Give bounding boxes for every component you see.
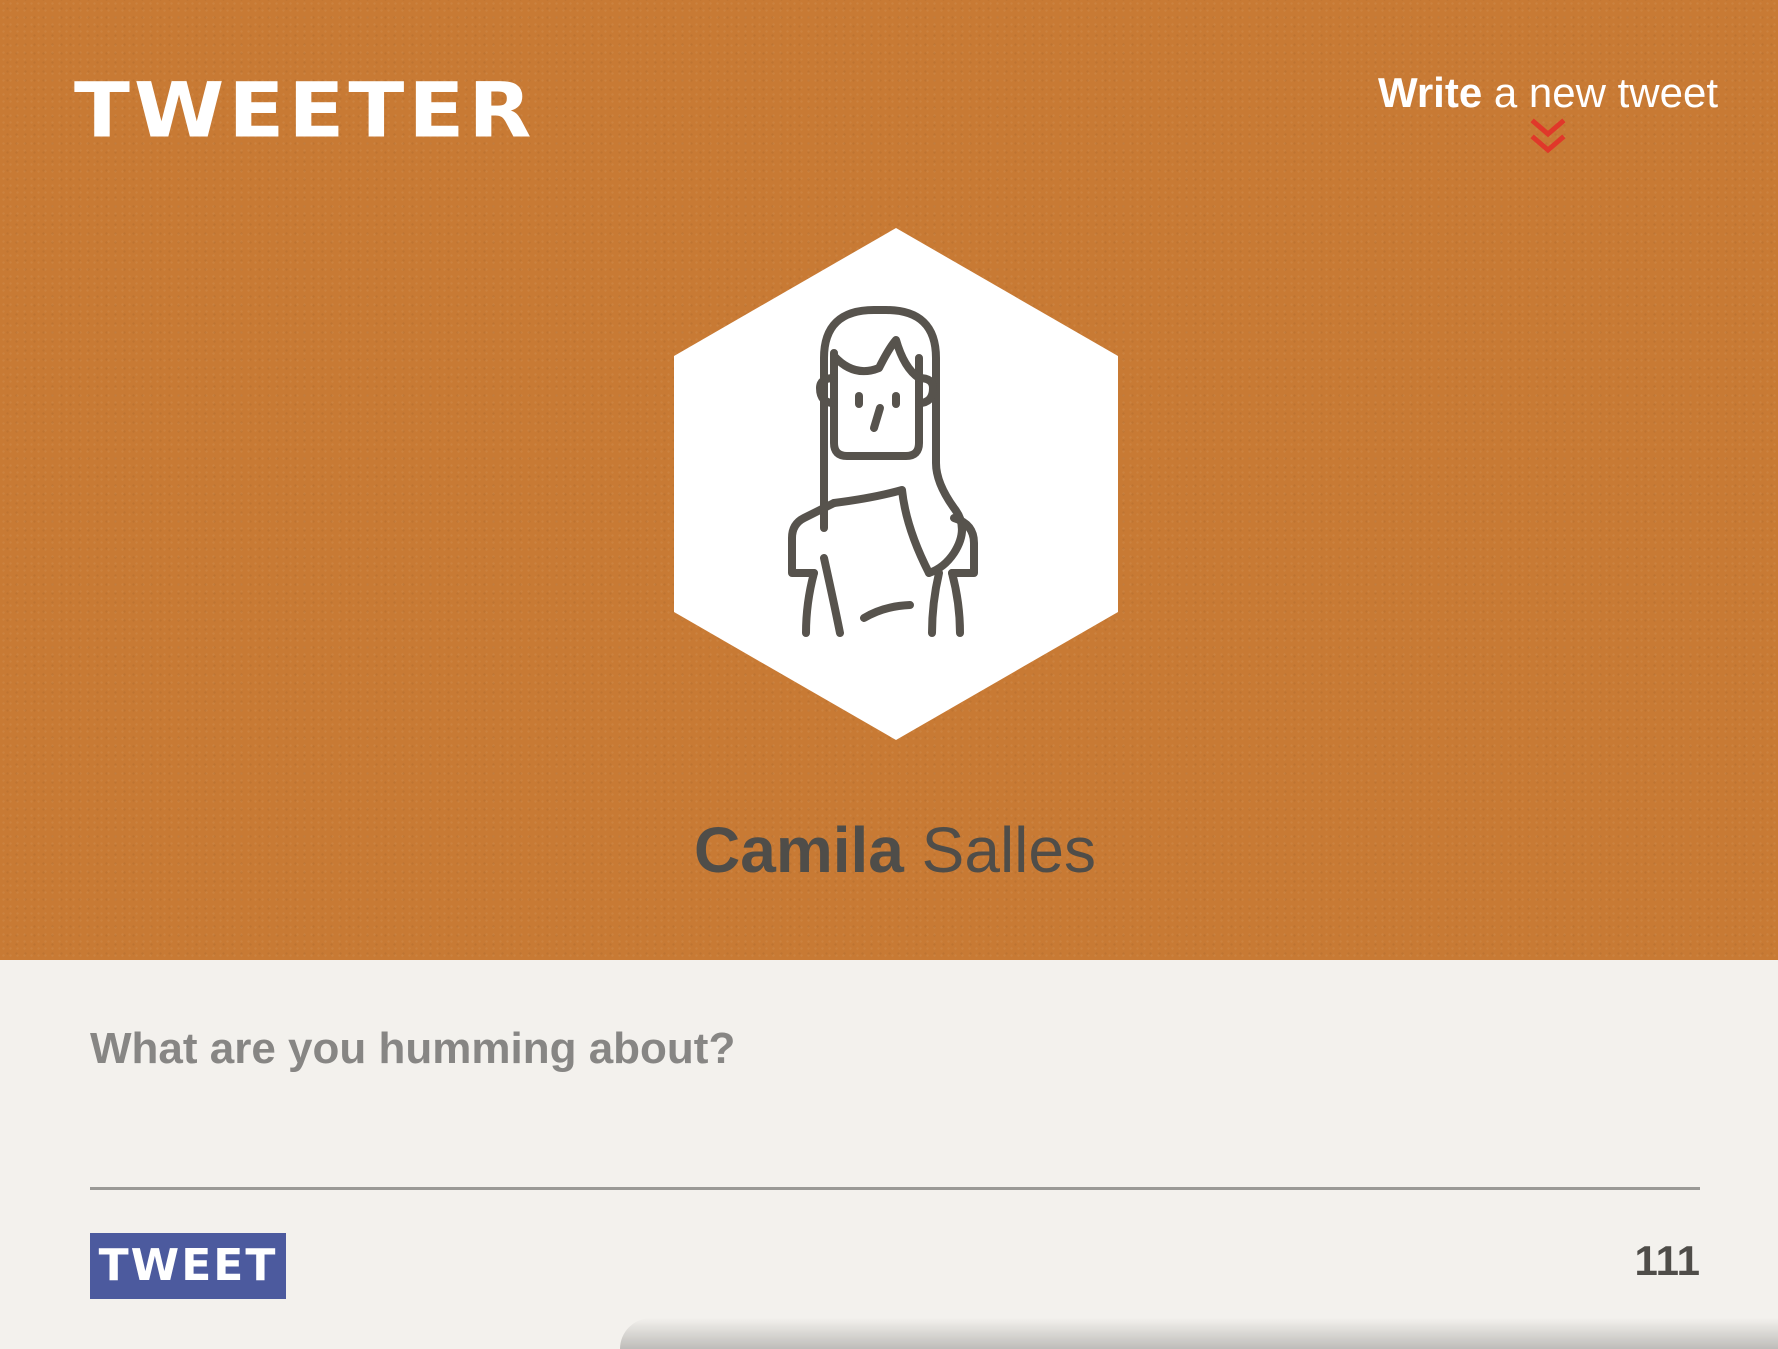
avatar <box>674 228 1118 740</box>
profile-name: Camila Salles <box>0 818 1778 882</box>
write-new-tweet-label: Write a new tweet <box>1378 72 1718 114</box>
double-chevron-down-icon <box>1530 118 1566 154</box>
first-name: Camila <box>694 814 904 886</box>
avatar-hexagon <box>674 228 1118 740</box>
write-rest-text: a new tweet <box>1482 69 1718 116</box>
tweet-button[interactable]: TWEET <box>90 1233 286 1299</box>
character-counter: 111 <box>1634 1237 1700 1284</box>
window-shadow <box>620 1318 1778 1349</box>
header-banner: TWEETER Write a new tweet Camila Salles <box>0 0 1778 960</box>
tweet-input[interactable] <box>90 1010 1700 1190</box>
app-logo[interactable]: TWEETER <box>74 74 536 149</box>
last-name: Salles <box>903 814 1096 886</box>
write-bold-text: Write <box>1377 69 1483 116</box>
write-new-tweet-link[interactable]: Write a new tweet <box>1378 72 1718 158</box>
